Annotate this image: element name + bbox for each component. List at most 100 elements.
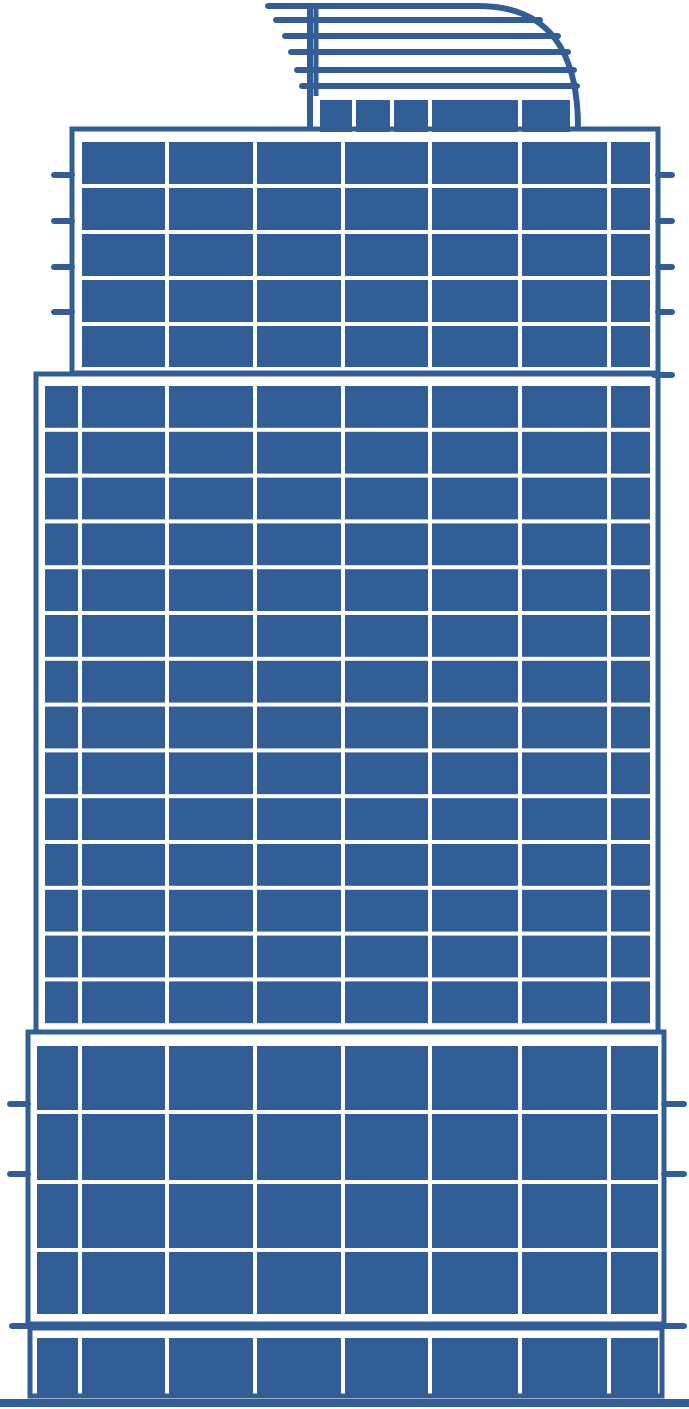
middle-window	[522, 889, 607, 932]
middle-window	[522, 477, 607, 520]
middle-window	[169, 752, 253, 795]
middle-window	[345, 935, 428, 978]
upper-window	[257, 280, 341, 322]
upper-window	[522, 280, 607, 322]
middle-window	[169, 889, 253, 932]
middle-window	[82, 615, 165, 657]
middle-window	[45, 706, 78, 749]
upper-window	[432, 326, 518, 367]
middle-window	[169, 844, 253, 886]
middle-window	[257, 752, 341, 795]
middle-window	[257, 844, 341, 886]
middle-window	[345, 981, 428, 1024]
middle-window	[611, 798, 650, 840]
middle-window	[522, 981, 607, 1024]
middle-window	[169, 981, 253, 1024]
middle-window	[432, 523, 518, 566]
lower-window	[37, 1046, 78, 1110]
middle-window	[82, 431, 165, 474]
lower-window	[37, 1252, 78, 1314]
middle-window	[611, 844, 650, 886]
middle-window	[432, 431, 518, 474]
middle-window	[611, 431, 650, 474]
upper-window	[82, 234, 165, 276]
middle-window	[45, 615, 78, 657]
upper-window	[345, 234, 428, 276]
upper-window	[345, 142, 428, 184]
middle-window	[432, 477, 518, 520]
upper-window	[345, 280, 428, 322]
lower-window	[169, 1252, 253, 1314]
middle-window	[169, 523, 253, 566]
middle-window	[169, 615, 253, 657]
middle-window	[257, 935, 341, 978]
middle-window	[611, 981, 650, 1024]
upper-window	[82, 326, 165, 367]
middle-window	[257, 660, 341, 703]
middle-window	[345, 477, 428, 520]
middle-window	[169, 660, 253, 703]
upper-window	[432, 280, 518, 322]
upper-window	[257, 188, 341, 230]
middle-window	[257, 386, 341, 428]
lower-window	[432, 1184, 518, 1248]
middle-window	[257, 615, 341, 657]
middle-window	[257, 477, 341, 520]
base	[9, 1323, 687, 1399]
middle-window	[522, 431, 607, 474]
base-window	[37, 1338, 78, 1396]
base-window	[345, 1338, 428, 1396]
lower-window	[345, 1252, 428, 1314]
middle-window	[45, 660, 78, 703]
middle-window	[611, 386, 650, 428]
lower-window	[345, 1114, 428, 1180]
lower-window	[522, 1114, 607, 1180]
middle-window	[45, 569, 78, 611]
upper-window	[611, 188, 650, 230]
illustration-stage	[0, 0, 689, 1409]
upper-window	[611, 326, 650, 367]
base-window	[432, 1338, 518, 1396]
upper-tier	[51, 126, 675, 378]
middle-window	[169, 935, 253, 978]
middle-window	[345, 889, 428, 932]
upper-window	[257, 142, 341, 184]
middle-window	[611, 660, 650, 703]
middle-window	[432, 569, 518, 611]
upper-window	[169, 280, 253, 322]
middle-window	[611, 706, 650, 749]
middle-window	[611, 935, 650, 978]
lower-window	[611, 1114, 658, 1180]
lower-tier	[7, 1029, 687, 1327]
middle-window	[345, 798, 428, 840]
middle-window	[611, 615, 650, 657]
middle-window	[169, 798, 253, 840]
middle-window	[345, 660, 428, 703]
middle-window	[82, 981, 165, 1024]
middle-window	[82, 706, 165, 749]
middle-window	[257, 889, 341, 932]
middle-window	[432, 752, 518, 795]
lower-window	[257, 1114, 341, 1180]
middle-window	[45, 752, 78, 795]
base-window	[82, 1338, 165, 1396]
lower-window	[37, 1184, 78, 1248]
base-window	[522, 1338, 607, 1396]
upper-window	[522, 188, 607, 230]
middle-window	[432, 386, 518, 428]
upper-window	[82, 280, 165, 322]
middle-window	[169, 569, 253, 611]
middle-window	[45, 477, 78, 520]
middle-window	[522, 386, 607, 428]
middle-window	[257, 569, 341, 611]
middle-window	[82, 523, 165, 566]
upper-window	[257, 326, 341, 367]
upper-window	[257, 234, 341, 276]
middle-window	[345, 386, 428, 428]
upper-window	[169, 142, 253, 184]
middle-window	[522, 798, 607, 840]
lower-window	[169, 1114, 253, 1180]
lower-window	[82, 1184, 165, 1248]
middle-window	[522, 935, 607, 978]
middle-window	[522, 615, 607, 657]
